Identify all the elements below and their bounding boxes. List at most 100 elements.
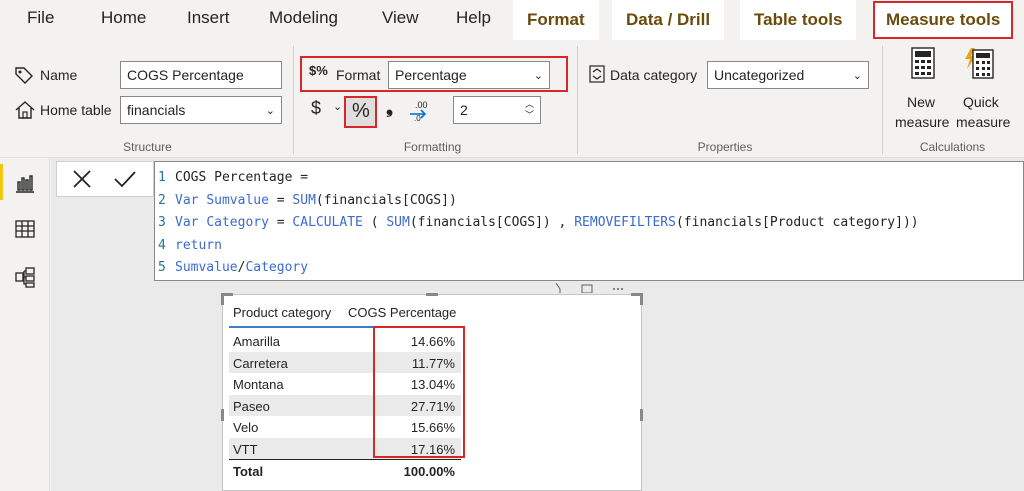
- decrease-decimal-icon[interactable]: .00 .0: [407, 98, 431, 127]
- formula-token: Var: [175, 215, 207, 230]
- svg-text:.0: .0: [414, 114, 421, 122]
- tab-modeling[interactable]: Modeling: [269, 8, 338, 28]
- tab-table-tools[interactable]: Table tools: [740, 0, 857, 40]
- chevron-down-icon: ⌄: [265, 104, 275, 117]
- formula-token: (financials[COGS]) ,: [409, 215, 575, 230]
- measure-name-value: COGS Percentage: [127, 67, 244, 83]
- row-category: Velo: [233, 420, 259, 435]
- column-header-cogs-percentage[interactable]: COGS Percentage: [348, 305, 456, 320]
- spinner-arrows-icon[interactable]: ︿ ﹀: [525, 99, 534, 121]
- home-table-select[interactable]: financials ⌄: [120, 96, 282, 124]
- format-select[interactable]: Percentage ⌄: [388, 61, 550, 89]
- home-table-value: financials: [127, 102, 186, 118]
- separator: [882, 46, 883, 154]
- new-measure-label-2: measure: [895, 114, 950, 130]
- resize-handle[interactable]: [221, 293, 224, 305]
- home-table-label: Home table: [40, 102, 112, 118]
- format-value: Percentage: [395, 67, 467, 83]
- report-view-icon[interactable]: [14, 172, 36, 194]
- resize-handle[interactable]: [640, 409, 643, 421]
- comma-style-icon[interactable]: ❟: [386, 97, 393, 118]
- line-number: 2: [158, 192, 166, 208]
- dax-formula-editor[interactable]: 1 COGS Percentage = 2 Var Sumvalue = SUM(fi…: [154, 161, 1024, 281]
- row-category: Carretera: [233, 355, 288, 371]
- tab-file[interactable]: File: [27, 8, 54, 28]
- formula-token: SUM: [386, 215, 410, 230]
- line-number: 1: [158, 170, 166, 185]
- new-measure-label-1: New: [907, 94, 936, 110]
- percent-icon: %: [352, 100, 370, 122]
- resize-handle[interactable]: [221, 409, 224, 421]
- table-visual[interactable]: Product category COGS Percentage Amarill…: [221, 293, 643, 491]
- formula-line: 1 COGS Percentage =: [155, 167, 1023, 190]
- line-number: 4: [158, 237, 166, 253]
- total-value: 100.00%: [403, 464, 455, 479]
- formula-token: Sumvalue: [175, 260, 238, 275]
- model-view-icon[interactable]: [14, 266, 36, 288]
- quick-measure-calculator-icon: [963, 47, 995, 84]
- tab-home[interactable]: Home: [101, 8, 146, 28]
- commit-formula-icon[interactable]: [113, 168, 137, 195]
- formula-line: 3 Var Category = CALCULATE ( SUM(financia…: [155, 212, 1023, 235]
- new-measure-button[interactable]: New measure: [893, 44, 955, 132]
- quick-measure-label-1: Quick: [963, 94, 999, 110]
- resize-handle[interactable]: [640, 293, 643, 305]
- formula-token: (financials[Product category])): [675, 215, 919, 230]
- visual-header-icons[interactable]: [554, 283, 634, 293]
- decimal-places-stepper[interactable]: 2 ︿ ﹀: [453, 96, 541, 124]
- formula-token: (financials[COGS]): [315, 192, 457, 208]
- format-label: Format: [336, 67, 381, 83]
- data-category-select[interactable]: Uncategorized ⌄: [707, 61, 869, 89]
- formula-line: 4 return: [155, 235, 1023, 258]
- quick-measure-button[interactable]: Quick measure: [955, 44, 1017, 132]
- formula-line: 5 Sumvalue/Category: [155, 257, 1023, 280]
- tab-format[interactable]: Format: [513, 0, 599, 40]
- tab-view[interactable]: View: [382, 8, 419, 28]
- total-label: Total: [233, 464, 264, 479]
- chevron-down-icon[interactable]: ⌄: [333, 100, 342, 113]
- formula-token: COGS Percentage =: [175, 170, 309, 185]
- chevron-down-icon: ⌄: [852, 69, 862, 82]
- separator: [577, 46, 578, 154]
- formula-token: Category: [206, 215, 269, 230]
- tab-insert[interactable]: Insert: [187, 8, 230, 28]
- structure-group-label: Structure: [123, 140, 172, 154]
- formula-token: =: [268, 192, 293, 208]
- formatting-group-label: Formatting: [403, 140, 462, 154]
- formula-token: SUM: [292, 192, 316, 208]
- formula-bar-buttons: [56, 161, 154, 197]
- column-header-product-category[interactable]: Product category: [233, 305, 331, 320]
- tab-help[interactable]: Help: [456, 8, 491, 28]
- formula-token: Sumvalue: [206, 192, 269, 208]
- row-category: VTT: [233, 441, 258, 457]
- formula-token: (: [362, 215, 387, 230]
- view-switcher-rail: [0, 158, 50, 491]
- tab-measure-tools[interactable]: Measure tools: [873, 1, 1014, 39]
- percent-button[interactable]: %: [344, 96, 377, 128]
- home-icon: [14, 100, 36, 125]
- formula-token: return: [175, 237, 222, 253]
- svg-text:.00: .00: [415, 100, 428, 110]
- currency-icon[interactable]: $: [311, 98, 321, 119]
- decimal-places-value: 2: [460, 102, 468, 118]
- data-view-icon[interactable]: [14, 218, 36, 240]
- name-label: Name: [40, 67, 78, 83]
- formula-token: CALCULATE: [292, 215, 363, 230]
- tag-icon: [14, 66, 34, 89]
- measure-name-input[interactable]: COGS Percentage: [120, 61, 282, 89]
- chevron-down-icon: ⌄: [533, 69, 543, 82]
- separator: [293, 46, 294, 154]
- quick-measure-label-2: measure: [956, 114, 1011, 130]
- formula-token: Category: [245, 260, 309, 275]
- calculator-icon: [910, 47, 936, 84]
- formula-line: 2 Var Sumvalue = SUM(financials[COGS]): [155, 190, 1023, 213]
- row-category: Amarilla: [233, 334, 280, 349]
- tab-data-drill[interactable]: Data / Drill: [612, 0, 725, 40]
- active-view-indicator: [0, 164, 3, 200]
- values-highlight-box: [373, 326, 465, 458]
- line-number: 3: [158, 215, 166, 230]
- ribbon: Name COGS Percentage Home table financia…: [0, 40, 1024, 158]
- cancel-formula-icon[interactable]: [71, 168, 93, 195]
- resize-handle[interactable]: [426, 293, 438, 296]
- calculations-group-label: Calculations: [919, 140, 986, 154]
